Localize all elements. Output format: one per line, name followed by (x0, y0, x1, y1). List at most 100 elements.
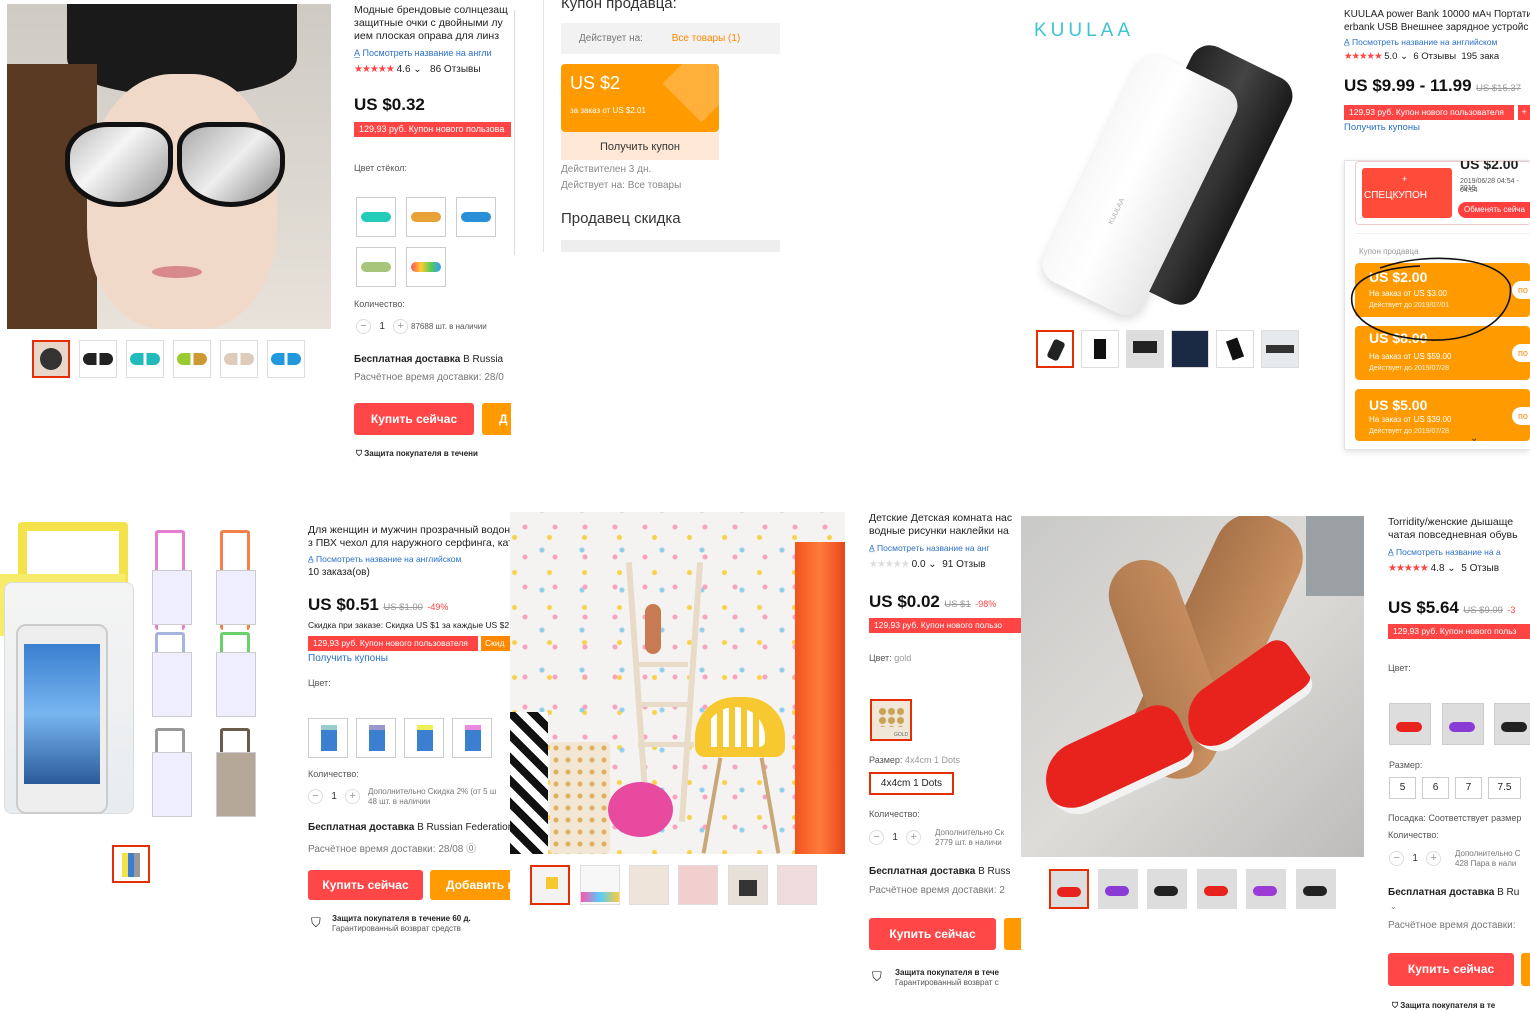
color-swatch[interactable] (406, 247, 446, 287)
color-swatch[interactable] (452, 718, 492, 758)
new-user-coupon[interactable]: 129,93 руб. Купон нового пользова (354, 122, 511, 137)
color-swatch[interactable] (404, 718, 444, 758)
get-coupon-button[interactable]: Получить купон (561, 132, 719, 160)
delivery-estimate: Расчётное время доставки: 28/0 (354, 372, 504, 383)
thumbnail[interactable] (1126, 330, 1164, 368)
thumbnail[interactable] (1216, 330, 1254, 368)
size-option[interactable]: 6 (1422, 777, 1449, 799)
color-swatch[interactable] (356, 718, 396, 758)
thumbnail[interactable] (1197, 869, 1237, 909)
thumbnail[interactable] (728, 865, 768, 905)
color-swatch[interactable] (308, 718, 348, 758)
new-user-coupon[interactable]: 129,93 руб. Купон нового пользо (869, 618, 1021, 633)
color-swatch[interactable] (356, 247, 396, 287)
minus-button[interactable]: − (356, 319, 371, 334)
stock-info: Дополнительно С 428 Пара в нали (1455, 849, 1521, 868)
minus-button[interactable]: − (869, 830, 884, 845)
get-coupons-link[interactable]: Получить купоны (1344, 122, 1530, 133)
see-english-link[interactable]: A̲ Посмотреть название на англи (354, 48, 511, 58)
all-products-link[interactable]: Все товары (1) (672, 33, 741, 44)
thumbnail[interactable] (1098, 869, 1138, 909)
add-to-cart-button[interactable]: Добавить в (430, 870, 510, 900)
special-coupon[interactable]: + СПЕЦКУПОН US $2.00 2019/06/28 04:54 - … (1355, 161, 1530, 225)
rating-row: ★★★★★ 5.0 ⌄ 6 Отзывы 195 зака (1344, 51, 1500, 62)
buy-now-button[interactable]: Купить сейчас (869, 918, 996, 950)
size-label: Размер: (1389, 760, 1423, 770)
star-rating-icon: ★★★★★ (1388, 563, 1429, 574)
brand-logo: KUULAA (1034, 20, 1135, 41)
thumbnail[interactable] (1049, 869, 1089, 909)
thumbnail[interactable] (1171, 330, 1209, 368)
thumbnail[interactable] (1081, 330, 1119, 368)
rating-row: ★★★★★ 4.6 ⌄ 86 Отзывы (354, 64, 481, 75)
product-info-sneakers: Torridity/женские дышаще чатая повседневн… (1388, 516, 1530, 673)
size-option[interactable]: 7 (1455, 777, 1482, 799)
hand-drawn-circle (1350, 257, 1512, 341)
price-row: US $0.51 US $1.00 -49% (308, 595, 449, 614)
plus-button[interactable]: + (393, 319, 409, 334)
plus-button[interactable]: + (1426, 851, 1442, 866)
seller-coupon-card[interactable]: US $5.00 На заказ от US $39.00 Действует д… (1355, 389, 1530, 441)
new-user-coupon[interactable]: 129,93 руб. Купон нового пользователя (308, 636, 478, 651)
thumbnail[interactable] (580, 865, 620, 905)
thumbnail[interactable] (678, 865, 718, 905)
shield-icon: ⛉ (356, 449, 362, 458)
thumbnail[interactable] (777, 865, 817, 905)
add-to-cart-button[interactable] (1521, 953, 1530, 986)
thumbnail[interactable] (1147, 869, 1187, 909)
thumbnail[interactable] (1296, 869, 1336, 909)
thumbnail[interactable] (112, 845, 150, 883)
seller-coupon-header: Купон продавца: (561, 0, 677, 12)
see-english-link[interactable]: A̲ Посмотреть название на а (1388, 547, 1530, 557)
product-info-wall-stickers: Детские Детская комната нас водные рисунк… (869, 512, 1021, 663)
thumbnail[interactable] (530, 865, 570, 905)
thumbnail[interactable] (32, 340, 70, 378)
thumbnail[interactable] (267, 340, 305, 378)
see-english-link[interactable]: A̲ Посмотреть название на анг (869, 543, 1021, 553)
color-swatch[interactable] (1389, 703, 1431, 745)
thumbnail[interactable] (79, 340, 117, 378)
thumbnail[interactable] (629, 865, 669, 905)
quantity-stepper: − 1 + (1389, 851, 1449, 867)
plus-button[interactable]: + (906, 830, 922, 845)
add-to-cart-button[interactable] (1004, 918, 1021, 950)
new-user-coupon[interactable]: 129,93 руб. Купон нового пользователя (1344, 105, 1514, 120)
minus-button[interactable]: − (1389, 851, 1404, 866)
see-english-link[interactable]: A̲ Посмотреть название на английском (308, 554, 510, 564)
thumbnail[interactable] (1246, 869, 1286, 909)
thumbnail[interactable] (220, 340, 258, 378)
color-swatch-gold[interactable]: GOLD (870, 699, 912, 741)
chevron-down-icon[interactable]: ⌄ (1390, 902, 1397, 911)
add-to-cart-button[interactable]: Д (482, 403, 511, 435)
minus-button[interactable]: − (308, 789, 323, 804)
color-swatch[interactable] (406, 197, 446, 237)
size-option[interactable]: 7.5 (1488, 777, 1521, 799)
claim-button[interactable]: по (1512, 407, 1530, 425)
coupon-row: 129,93 руб. Купон нового пользователя + (1344, 102, 1530, 120)
size-option[interactable]: 5 (1389, 777, 1416, 799)
thumbnail[interactable] (1036, 330, 1074, 368)
thumbnail[interactable] (173, 340, 211, 378)
quantity-stepper: − 1 + 87688 шт. в наличии (356, 319, 516, 335)
thumbnail[interactable] (1261, 330, 1299, 368)
buy-now-button[interactable]: Купить сейчас (354, 403, 474, 435)
product-image-red-sneakers (1021, 516, 1364, 857)
exchange-button[interactable]: Обменять сейча (1458, 202, 1530, 218)
see-english-link[interactable]: A̲ Посмотреть название на английском (1344, 37, 1530, 47)
color-swatch[interactable] (456, 197, 496, 237)
help-icon[interactable]: ⓪ (466, 844, 476, 855)
chevron-down-icon[interactable]: ⌄ (1470, 433, 1478, 444)
thumbnail[interactable] (126, 340, 164, 378)
plus-button[interactable]: + (345, 789, 361, 804)
size-option[interactable]: 4x4cm 1 Dots (869, 772, 954, 795)
color-swatch[interactable] (356, 197, 396, 237)
buy-now-button[interactable]: Купить сейчас (1388, 953, 1514, 986)
quantity-stepper: − 1 + (869, 830, 929, 846)
color-swatch[interactable] (1494, 703, 1530, 745)
new-user-coupon[interactable]: 129,93 руб. Купон нового польз (1388, 624, 1530, 639)
get-coupons-link[interactable]: Получить купоны (308, 653, 510, 664)
shield-icon: ⛉ (872, 969, 882, 984)
buy-now-button[interactable]: Купить сейчас (308, 870, 423, 900)
color-swatch[interactable] (1442, 703, 1484, 745)
seller-coupon-card[interactable]: US $2 за заказ от US $2.01 (561, 64, 719, 132)
